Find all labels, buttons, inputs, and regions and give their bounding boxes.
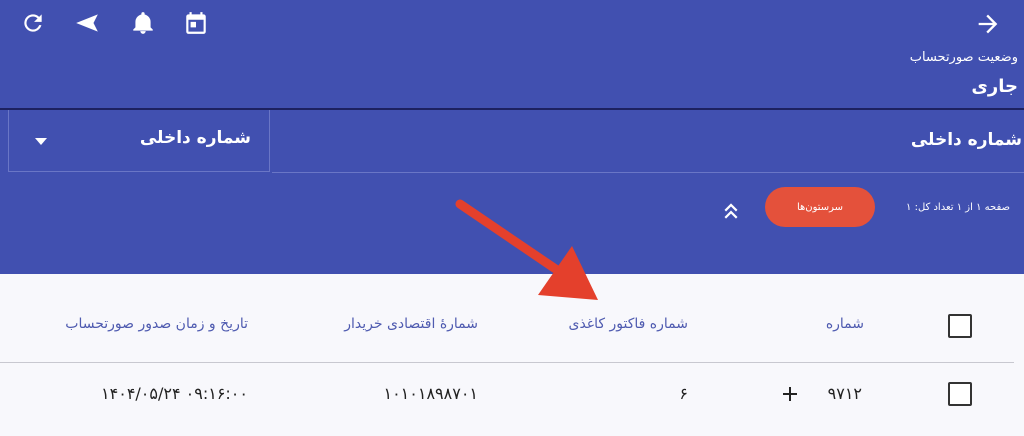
caret-down-icon — [35, 138, 47, 145]
bell-icon[interactable] — [130, 10, 156, 36]
filter-field-underline — [272, 172, 1024, 173]
columns-button[interactable]: سرستون‌ها — [765, 187, 875, 227]
column-header-buyer-economic-number[interactable]: شمارهٔ اقتصادی خریدار — [344, 316, 478, 332]
cell-buyer-economic-number: ۱۰۱۰۱۸۹۸۷۰۱ — [383, 384, 478, 403]
filter-field-label[interactable]: شماره داخلی — [911, 130, 1022, 150]
plus-icon[interactable] — [778, 382, 802, 406]
refresh-icon[interactable] — [20, 10, 46, 36]
invoice-table: شماره شماره فاکتور کاغذی شمارهٔ اقتصادی … — [0, 274, 1024, 436]
filter-select-value: شماره داخلی — [139, 128, 251, 148]
header-row-separator — [0, 362, 1014, 363]
filter-select[interactable]: شماره داخلی — [8, 110, 270, 172]
cell-issue-datetime: ۱۴۰۴/۰۵/۲۴ ۰۹:۱۶:۰۰ — [101, 384, 248, 403]
cell-paper-invoice-number: ۶ — [679, 384, 688, 403]
cell-number: ۹۷۱۲ — [827, 384, 862, 403]
column-header-paper-invoice-number[interactable]: شماره فاکتور کاغذی — [569, 316, 689, 332]
status-label: وضعیت صورتحساب — [909, 50, 1018, 65]
filter-panel: شماره داخلی شماره داخلی صفحه ۱ از ۱ تعدا… — [0, 110, 1024, 274]
status-value: جاری — [971, 76, 1018, 97]
calendar-icon[interactable] — [183, 10, 209, 36]
arrow-right-icon[interactable] — [974, 10, 1002, 38]
send-icon[interactable] — [74, 10, 100, 36]
column-header-number[interactable]: شماره — [826, 316, 864, 332]
paging-info: صفحه ۱ از ۱ تعداد کل: ۱ — [906, 202, 1010, 213]
app-header: وضعیت صورتحساب جاری — [0, 0, 1024, 108]
double-chevron-up-icon[interactable] — [718, 198, 744, 224]
row-checkbox[interactable] — [948, 382, 972, 406]
column-header-issue-datetime[interactable]: تاریخ و زمان صدور صورتحساب — [65, 316, 248, 332]
select-all-checkbox[interactable] — [948, 314, 972, 338]
